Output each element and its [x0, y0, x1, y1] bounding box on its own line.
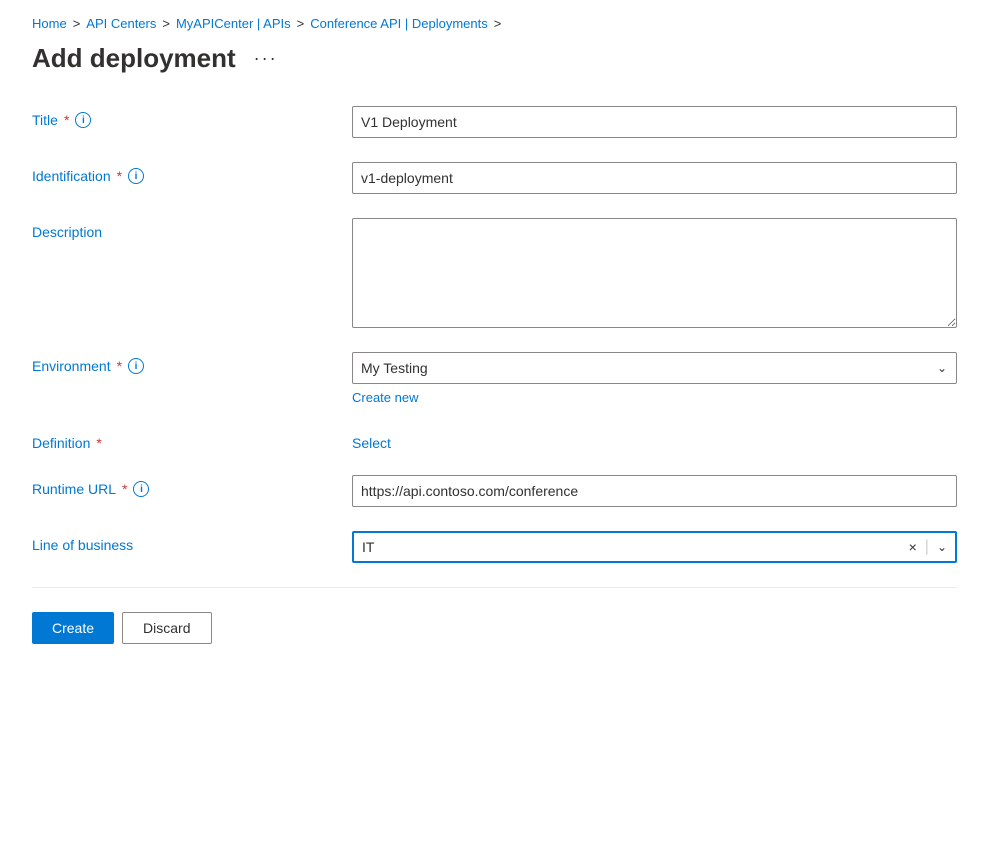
more-actions-button[interactable]: ···	[248, 46, 284, 71]
title-control-col	[352, 106, 957, 138]
breadcrumb-conference-api[interactable]: Conference API | Deployments	[310, 16, 488, 31]
description-row: Description	[32, 218, 957, 328]
identification-control-col	[352, 162, 957, 194]
runtime-url-required-star: *	[122, 481, 127, 497]
identification-label-text: Identification	[32, 168, 111, 184]
breadcrumb-separator-1: >	[73, 16, 81, 31]
title-label-text: Title	[32, 112, 58, 128]
title-required-star: *	[64, 112, 69, 128]
page-title-row: Add deployment ···	[32, 43, 957, 74]
definition-control-col: Select	[352, 429, 957, 451]
breadcrumb-separator-2: >	[162, 16, 170, 31]
environment-row: Environment * i My Testing Production St…	[32, 352, 957, 405]
create-button[interactable]: Create	[32, 612, 114, 644]
line-of-business-chevron-icon[interactable]: ⌄	[937, 540, 947, 554]
breadcrumb-separator-4: >	[494, 16, 502, 31]
environment-select[interactable]: My Testing Production Staging Developmen…	[352, 352, 957, 384]
line-of-business-actions: × | ⌄	[909, 538, 947, 556]
form-divider	[32, 587, 957, 588]
identification-label-col: Identification * i	[32, 162, 352, 184]
title-label: Title * i	[32, 112, 352, 128]
environment-required-star: *	[117, 358, 122, 374]
breadcrumb-separator-3: >	[297, 16, 305, 31]
description-label-text: Description	[32, 224, 102, 240]
environment-info-icon[interactable]: i	[128, 358, 144, 374]
page-title: Add deployment	[32, 43, 236, 74]
line-of-business-row: Line of business IT × | ⌄	[32, 531, 957, 563]
page-container: Home > API Centers > MyAPICenter | APIs …	[0, 0, 989, 676]
environment-control-col: My Testing Production Staging Developmen…	[352, 352, 957, 405]
breadcrumb-home[interactable]: Home	[32, 16, 67, 31]
definition-label: Definition *	[32, 435, 352, 451]
identification-required-star: *	[117, 168, 122, 184]
identification-input[interactable]	[352, 162, 957, 194]
title-row: Title * i	[32, 106, 957, 138]
definition-row: Definition * Select	[32, 429, 957, 451]
runtime-url-label-col: Runtime URL * i	[32, 475, 352, 497]
runtime-url-label-text: Runtime URL	[32, 481, 116, 497]
title-input[interactable]	[352, 106, 957, 138]
line-of-business-label: Line of business	[32, 537, 352, 553]
runtime-url-info-icon[interactable]: i	[133, 481, 149, 497]
line-of-business-clear-icon[interactable]: ×	[909, 540, 917, 554]
description-label: Description	[32, 224, 352, 240]
line-of-business-multiselect[interactable]: IT × | ⌄	[352, 531, 957, 563]
line-of-business-value: IT	[362, 539, 909, 555]
title-info-icon[interactable]: i	[75, 112, 91, 128]
title-label-col: Title * i	[32, 106, 352, 128]
runtime-url-control-col	[352, 475, 957, 507]
create-new-link[interactable]: Create new	[352, 390, 957, 405]
identification-info-icon[interactable]: i	[128, 168, 144, 184]
environment-select-wrapper: My Testing Production Staging Developmen…	[352, 352, 957, 384]
runtime-url-input[interactable]	[352, 475, 957, 507]
environment-label: Environment * i	[32, 358, 352, 374]
description-control-col	[352, 218, 957, 328]
line-of-business-control-col: IT × | ⌄	[352, 531, 957, 563]
identification-label: Identification * i	[32, 168, 352, 184]
environment-label-text: Environment	[32, 358, 111, 374]
identification-row: Identification * i	[32, 162, 957, 194]
description-textarea[interactable]	[352, 218, 957, 328]
line-of-business-label-col: Line of business	[32, 531, 352, 553]
breadcrumb: Home > API Centers > MyAPICenter | APIs …	[32, 16, 957, 31]
definition-label-col: Definition *	[32, 429, 352, 451]
button-row: Create Discard	[32, 612, 957, 644]
discard-button[interactable]: Discard	[122, 612, 211, 644]
definition-select-link[interactable]: Select	[352, 429, 957, 451]
line-of-business-label-text: Line of business	[32, 537, 133, 553]
description-label-col: Description	[32, 218, 352, 240]
definition-required-star: *	[96, 435, 101, 451]
line-of-business-separator: |	[925, 538, 929, 556]
environment-label-col: Environment * i	[32, 352, 352, 374]
runtime-url-label: Runtime URL * i	[32, 481, 352, 497]
form-container: Title * i Identification * i	[32, 106, 957, 644]
breadcrumb-my-api-center[interactable]: MyAPICenter | APIs	[176, 16, 291, 31]
runtime-url-row: Runtime URL * i	[32, 475, 957, 507]
breadcrumb-api-centers[interactable]: API Centers	[86, 16, 156, 31]
definition-label-text: Definition	[32, 435, 90, 451]
